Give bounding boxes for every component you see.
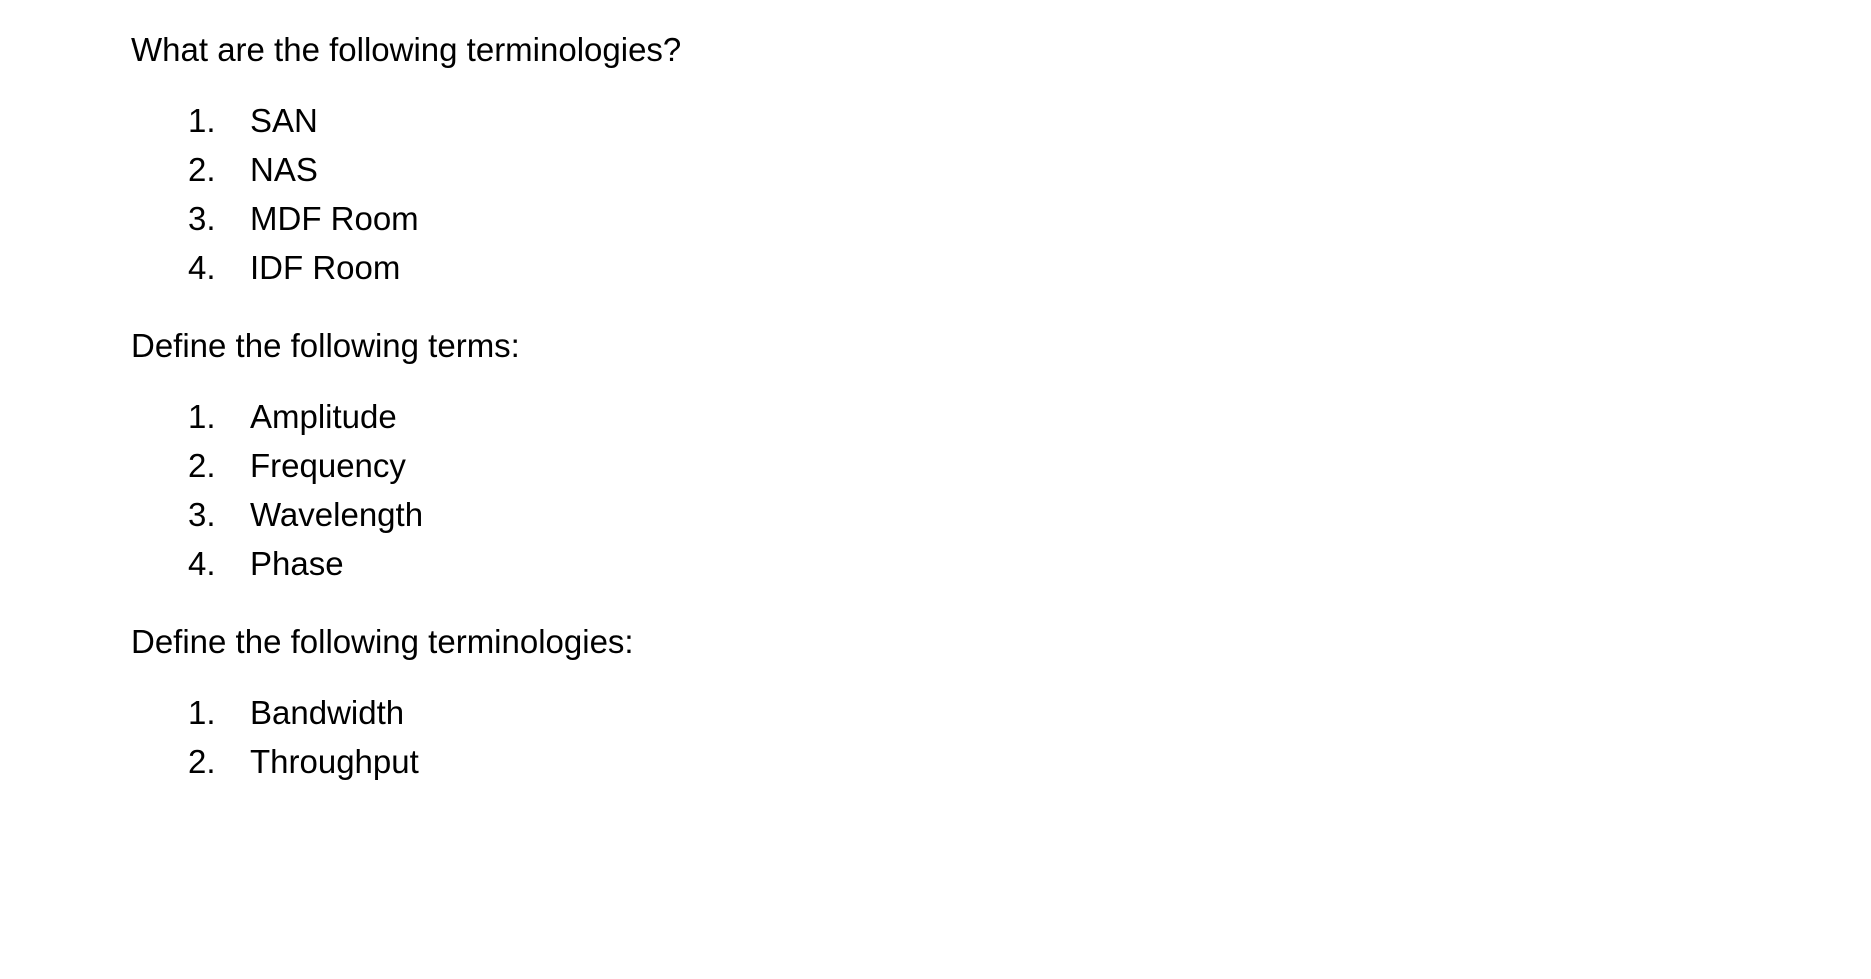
list-item-marker: 2.	[188, 447, 216, 484]
list-item-label: MDF Room	[250, 200, 419, 237]
list-item: 4. IDF Room	[131, 243, 1731, 292]
numbered-list: 1. Amplitude 2. Frequency 3. Wavelength …	[131, 392, 1731, 588]
list-item-marker: 2.	[188, 151, 216, 188]
list-item-label: Wavelength	[250, 496, 424, 533]
list-item-marker: 1.	[188, 102, 216, 139]
section-define-terms: Define the following terms: 1. Amplitude…	[131, 318, 1731, 588]
list-item-label: Throughput	[250, 743, 419, 780]
document-page: What are the following terminologies? 1.…	[0, 0, 1871, 979]
numbered-list: 1. Bandwidth 2. Throughput	[131, 688, 1731, 786]
list-item-marker: 4.	[188, 545, 216, 582]
list-item: 1. Amplitude	[131, 392, 1731, 441]
list-item-label: IDF Room	[250, 249, 401, 286]
section-terminologies-question: What are the following terminologies? 1.…	[131, 22, 1731, 292]
list-item: 2. NAS	[131, 145, 1731, 194]
numbered-list: 1. SAN 2. NAS 3. MDF Room 4. IDF Room	[131, 96, 1731, 292]
list-item-label: NAS	[250, 151, 318, 188]
section-heading: Define the following terms:	[131, 327, 520, 364]
list-item: 2. Frequency	[131, 441, 1731, 490]
list-item-label: Phase	[250, 545, 344, 582]
section-heading: What are the following terminologies?	[131, 31, 682, 68]
document-body: What are the following terminologies? 1.…	[131, 22, 1731, 786]
list-item: 3. MDF Room	[131, 194, 1731, 243]
list-item-marker: 2.	[188, 743, 216, 780]
list-item: 1. SAN	[131, 96, 1731, 145]
list-item-marker: 3.	[188, 496, 216, 533]
list-item-marker: 1.	[188, 694, 216, 731]
list-item-marker: 4.	[188, 249, 216, 286]
list-item: 3. Wavelength	[131, 490, 1731, 539]
list-item: 1. Bandwidth	[131, 688, 1731, 737]
list-item-marker: 1.	[188, 398, 216, 435]
list-item-label: Bandwidth	[250, 694, 405, 731]
section-heading: Define the following terminologies:	[131, 623, 634, 660]
list-item: 4. Phase	[131, 539, 1731, 588]
list-item-label: Amplitude	[250, 398, 397, 435]
list-item-label: SAN	[250, 102, 318, 139]
list-item-marker: 3.	[188, 200, 216, 237]
list-item: 2. Throughput	[131, 737, 1731, 786]
list-item-label: Frequency	[250, 447, 406, 484]
section-define-terminologies: Define the following terminologies: 1. B…	[131, 614, 1731, 786]
